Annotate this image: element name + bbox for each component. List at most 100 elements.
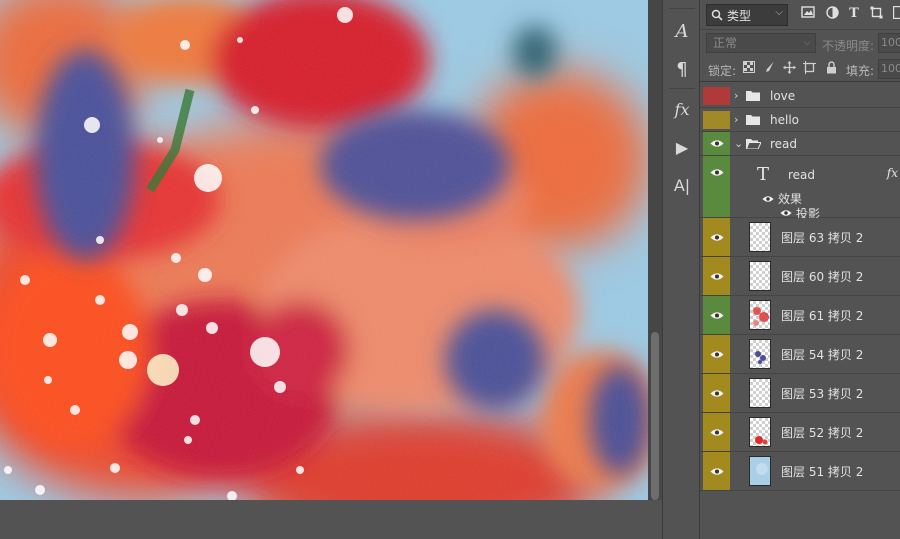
character-panel-icon[interactable]: A — [667, 16, 697, 46]
visibility-toggle[interactable] — [703, 374, 730, 412]
eye-icon — [710, 272, 723, 280]
lock-all-icon[interactable] — [824, 61, 838, 75]
layer-list: › love › hello ⌄ read T read fx 效果 投影 图层… — [700, 84, 900, 491]
lock-position-icon[interactable] — [782, 61, 796, 75]
search-icon — [711, 9, 723, 21]
layer-thumbnail — [749, 417, 771, 447]
visibility-toggle[interactable] — [703, 452, 730, 490]
visibility-toggle[interactable] — [703, 296, 730, 334]
type-filter-icon[interactable]: T — [846, 6, 862, 22]
shape-filter-icon[interactable] — [868, 6, 884, 22]
layer-name: 图层 54 拷贝 2 — [781, 347, 864, 362]
lock-artboard-icon[interactable] — [802, 61, 816, 75]
layer-group-love[interactable]: › love — [700, 84, 900, 108]
eye-icon — [710, 311, 723, 319]
visibility-toggle-off[interactable] — [703, 111, 730, 129]
fx-badge[interactable]: fx — [887, 166, 898, 180]
layer-name: love — [770, 88, 796, 103]
chevron-right-icon[interactable]: › — [734, 108, 738, 131]
layer-name: read — [770, 136, 798, 151]
folder-icon — [746, 84, 760, 107]
lock-label: 锁定: — [708, 64, 737, 78]
opacity-label: 不透明度: — [822, 39, 875, 53]
lock-image-pixels-icon[interactable] — [762, 61, 776, 75]
actions-panel-icon[interactable]: ▶ — [667, 132, 697, 162]
eye-icon — [710, 233, 723, 241]
blend-opacity-row: 正常 ⌵ 不透明度: 100% — [700, 30, 900, 56]
chevron-down-icon[interactable]: ⌄ — [734, 132, 743, 155]
canvas-vertical-scrollbar[interactable] — [648, 0, 662, 500]
layer-text-read[interactable]: T read fx 效果 投影 — [700, 156, 900, 221]
layer-thumbnail — [749, 378, 771, 408]
filter-kind-label: 类型 — [727, 8, 752, 23]
pixel-filter-icon[interactable] — [800, 6, 816, 22]
tool-divider — [669, 8, 695, 9]
fill-label: 填充: — [846, 64, 875, 78]
chevron-right-icon[interactable]: › — [734, 84, 738, 107]
layer-name: 图层 63 拷贝 2 — [781, 230, 864, 245]
layer-image[interactable]: 图层 52 拷贝 2 — [700, 413, 900, 452]
layer-name: 图层 52 拷贝 2 — [781, 425, 864, 440]
layer-name: 图层 61 拷贝 2 — [781, 308, 864, 323]
blend-mode-select[interactable]: 正常 ⌵ — [706, 33, 816, 53]
layer-image[interactable]: 图层 63 拷贝 2 — [700, 218, 900, 257]
eye-icon — [710, 467, 723, 475]
chevron-down-icon: ⌵ — [803, 37, 811, 48]
layer-filter-bar: 类型 ⌵ T — [700, 0, 900, 30]
layers-panel: 类型 ⌵ T 正常 ⌵ 不透明度: 100% 锁定: — [700, 0, 900, 539]
eye-icon — [762, 195, 774, 202]
layer-thumbnail — [749, 339, 771, 369]
paragraph-panel-icon[interactable]: ¶ — [667, 54, 697, 84]
eye-icon — [710, 169, 723, 176]
eye-icon — [710, 428, 723, 436]
visibility-toggle[interactable] — [703, 156, 730, 217]
layer-group-read[interactable]: ⌄ read — [700, 132, 900, 156]
painting-artwork — [0, 0, 648, 500]
blend-mode-value: 正常 — [713, 36, 738, 50]
layer-name: read — [788, 168, 816, 182]
visibility-toggle[interactable] — [703, 132, 730, 155]
visibility-toggle[interactable] — [703, 218, 730, 256]
layer-image[interactable]: 图层 54 拷贝 2 — [700, 335, 900, 374]
scrollbar-thumb[interactable] — [651, 332, 659, 500]
visibility-toggle-off[interactable] — [703, 87, 730, 105]
opacity-input[interactable]: 100% — [878, 33, 900, 53]
layer-image[interactable]: 图层 53 拷贝 2 — [700, 374, 900, 413]
folder-icon — [746, 108, 760, 131]
tool-divider — [669, 88, 695, 89]
adjustment-filter-icon[interactable] — [824, 6, 840, 22]
lock-fill-row: 锁定: 填充: 100% — [700, 56, 900, 82]
visibility-toggle[interactable] — [703, 413, 730, 451]
panel-icon-strip: A ¶ fx ▶ A| — [662, 0, 700, 539]
text-layer-icon: T — [757, 164, 770, 185]
layer-thumbnail — [749, 456, 771, 486]
layer-thumbnail — [749, 222, 771, 252]
lock-transparent-pixels-icon[interactable] — [742, 61, 756, 75]
filter-kind-select[interactable]: 类型 ⌵ — [706, 4, 788, 26]
smart-object-filter-icon[interactable] — [890, 5, 900, 22]
eye-icon — [710, 140, 723, 147]
layer-image[interactable]: 图层 61 拷贝 2 — [700, 296, 900, 335]
eye-icon — [710, 389, 723, 397]
visibility-toggle[interactable] — [703, 257, 730, 295]
layer-group-hello[interactable]: › hello — [700, 108, 900, 132]
layer-name: hello — [770, 112, 799, 127]
layer-name: 图层 53 拷贝 2 — [781, 386, 864, 401]
layer-image[interactable]: 图层 60 拷贝 2 — [700, 257, 900, 296]
eye-icon — [780, 210, 792, 216]
layer-thumbnail — [749, 261, 771, 291]
layer-thumbnail — [749, 300, 771, 330]
layer-name: 图层 60 拷贝 2 — [781, 269, 864, 284]
styles-panel-icon[interactable]: fx — [667, 94, 697, 124]
eye-icon — [710, 350, 723, 358]
glyphs-panel-icon[interactable]: A| — [667, 170, 697, 200]
visibility-toggle[interactable] — [703, 335, 730, 373]
fill-input[interactable]: 100% — [878, 59, 900, 79]
document-canvas[interactable] — [0, 0, 648, 500]
layer-name: 图层 51 拷贝 2 — [781, 464, 864, 479]
chevron-down-icon: ⌵ — [775, 7, 783, 18]
layer-image[interactable]: 图层 51 拷贝 2 — [700, 452, 900, 491]
folder-open-icon — [746, 132, 761, 155]
drop-shadow-effect-row[interactable]: 投影 — [780, 207, 820, 221]
canvas-bottom-area — [0, 500, 662, 539]
